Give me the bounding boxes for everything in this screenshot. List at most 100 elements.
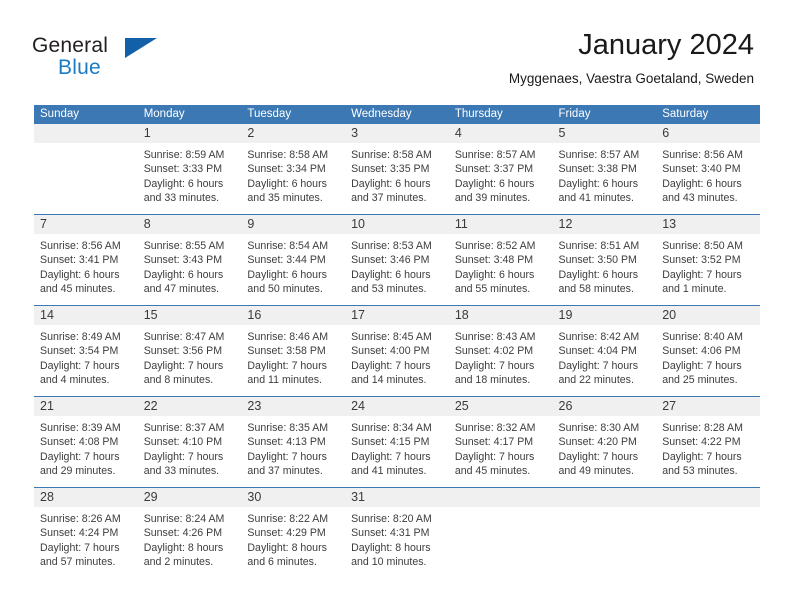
sunset-time: Sunset: 3:41 PM: [40, 254, 119, 267]
calendar-day-cell[interactable]: 13 Sunrise: 8:50 AM Sunset: 3:52 PM Dayligh…: [656, 215, 760, 305]
calendar-day-cell[interactable]: 15 Sunrise: 8:47 AM Sunset: 3:56 PM Dayligh…: [137, 306, 242, 396]
daylight-duration-line1: Daylight: 7 hours: [351, 359, 431, 372]
daylight-duration-line1: Daylight: 7 hours: [454, 359, 535, 372]
day-number-band: 5: [552, 124, 657, 144]
day-number-band: 8: [137, 215, 242, 235]
sunset-time: Sunset: 4:29 PM: [247, 527, 326, 540]
calendar-day-cell[interactable]: 24 Sunrise: 8:34 AM Sunset: 4:15 PM Dayligh…: [345, 397, 449, 487]
day-number: 30: [247, 490, 262, 504]
sunset-time: Sunset: 4:06 PM: [662, 345, 741, 358]
calendar-day-cell[interactable]: 8 Sunrise: 8:55 AM Sunset: 3:43 PM Daylight…: [137, 215, 242, 305]
day-details: Sunrise: 8:37 AM Sunset: 4:10 PM Daylight:…: [138, 417, 242, 479]
sunrise-time: Sunrise: 8:58 AM: [351, 149, 432, 161]
calendar-day-cell[interactable]: 18 Sunrise: 8:43 AM Sunset: 4:02 PM Dayligh…: [448, 306, 553, 396]
day-details: [656, 508, 760, 512]
sunrise-time: Sunrise: 8:51 AM: [558, 240, 640, 252]
sunrise-time: Sunrise: 8:49 AM: [40, 331, 121, 343]
calendar-day-cell-empty: [448, 488, 553, 580]
daylight-duration-line2: and 37 minutes.: [247, 465, 323, 478]
day-details: Sunrise: 8:54 AM Sunset: 3:44 PM Daylight:…: [241, 235, 345, 297]
daylight-duration-line2: and 39 minutes.: [454, 192, 531, 205]
calendar-day-cell[interactable]: 3 Sunrise: 8:58 AM Sunset: 3:35 PM Daylight…: [345, 124, 449, 214]
daylight-duration-line2: and 50 minutes.: [247, 283, 323, 296]
calendar-day-cell[interactable]: 17 Sunrise: 8:45 AM Sunset: 4:00 PM Dayligh…: [345, 306, 449, 396]
day-details: Sunrise: 8:56 AM Sunset: 3:40 PM Daylight:…: [656, 144, 760, 206]
daylight-duration-line2: and 58 minutes.: [558, 283, 634, 296]
sunrise-time: Sunrise: 8:46 AM: [247, 331, 329, 343]
calendar-day-cell[interactable]: 7 Sunrise: 8:56 AM Sunset: 3:41 PM Daylight…: [34, 215, 138, 305]
day-number: 25: [454, 399, 469, 413]
day-number: 17: [351, 308, 366, 322]
day-number-band: 1: [137, 124, 242, 144]
sunset-time: Sunset: 4:17 PM: [454, 436, 534, 449]
sunrise-time: Sunrise: 8:22 AM: [247, 513, 329, 525]
calendar-day-cell[interactable]: 4 Sunrise: 8:57 AM Sunset: 3:37 PM Daylight…: [448, 124, 553, 214]
day-details: Sunrise: 8:24 AM Sunset: 4:26 PM Daylight:…: [138, 508, 242, 570]
calendar-day-cell[interactable]: 16 Sunrise: 8:46 AM Sunset: 3:58 PM Dayligh…: [241, 306, 346, 396]
day-number-band: 23: [241, 397, 346, 417]
day-number: 18: [454, 308, 469, 322]
calendar-day-cell[interactable]: 14 Sunrise: 8:49 AM Sunset: 3:54 PM Dayligh…: [34, 306, 138, 396]
daylight-duration-line2: and 55 minutes.: [454, 283, 531, 296]
calendar-day-cell[interactable]: 1 Sunrise: 8:59 AM Sunset: 3:33 PM Daylight…: [137, 124, 242, 214]
calendar-day-cell-empty: [552, 488, 657, 580]
day-details: Sunrise: 8:59 AM Sunset: 3:33 PM Daylight:…: [138, 144, 242, 206]
calendar-day-cell[interactable]: 12 Sunrise: 8:51 AM Sunset: 3:50 PM Dayligh…: [552, 215, 657, 305]
day-details: Sunrise: 8:56 AM Sunset: 3:41 PM Daylight:…: [34, 235, 138, 297]
sunrise-time: Sunrise: 8:50 AM: [662, 240, 743, 252]
sunrise-time: Sunrise: 8:20 AM: [351, 513, 432, 525]
day-number: 29: [143, 490, 158, 504]
day-number-band: 20: [656, 306, 760, 326]
calendar-day-cell[interactable]: 23 Sunrise: 8:35 AM Sunset: 4:13 PM Dayligh…: [241, 397, 346, 487]
sunset-time: Sunset: 4:08 PM: [40, 436, 119, 449]
daylight-duration-line2: and 43 minutes.: [662, 192, 738, 205]
calendar-day-cell[interactable]: 26 Sunrise: 8:30 AM Sunset: 4:20 PM Dayligh…: [552, 397, 657, 487]
day-number-band: 28: [34, 488, 138, 508]
daylight-duration-line2: and 41 minutes.: [351, 465, 427, 478]
day-number: 9: [247, 217, 255, 231]
day-number-band: 15: [137, 306, 242, 326]
sunrise-time: Sunrise: 8:34 AM: [351, 422, 432, 434]
sunset-time: Sunset: 4:31 PM: [351, 527, 430, 540]
sunset-time: Sunset: 4:04 PM: [558, 345, 637, 358]
calendar-day-cell[interactable]: 31 Sunrise: 8:20 AM Sunset: 4:31 PM Dayligh…: [345, 488, 449, 580]
day-number-band: 27: [656, 397, 760, 417]
sunrise-time: Sunrise: 8:56 AM: [40, 240, 121, 252]
calendar-day-cell[interactable]: 2 Sunrise: 8:58 AM Sunset: 3:34 PM Daylight…: [241, 124, 346, 214]
daylight-duration-line2: and 47 minutes.: [143, 283, 220, 296]
daylight-duration-line1: Daylight: 6 hours: [454, 177, 535, 190]
sunrise-time: Sunrise: 8:40 AM: [662, 331, 743, 343]
calendar-day-cell[interactable]: 22 Sunrise: 8:37 AM Sunset: 4:10 PM Dayligh…: [137, 397, 242, 487]
day-details: Sunrise: 8:57 AM Sunset: 3:38 PM Daylight:…: [553, 144, 657, 206]
sunset-time: Sunset: 3:33 PM: [143, 163, 223, 176]
calendar-day-cell[interactable]: 11 Sunrise: 8:52 AM Sunset: 3:48 PM Dayligh…: [448, 215, 553, 305]
day-number-band: 7: [34, 215, 138, 235]
calendar-day-cell[interactable]: 25 Sunrise: 8:32 AM Sunset: 4:17 PM Dayligh…: [448, 397, 553, 487]
calendar-day-cell[interactable]: 21 Sunrise: 8:39 AM Sunset: 4:08 PM Dayligh…: [34, 397, 138, 487]
calendar-day-cell[interactable]: 10 Sunrise: 8:53 AM Sunset: 3:46 PM Dayligh…: [345, 215, 449, 305]
calendar-day-cell[interactable]: 30 Sunrise: 8:22 AM Sunset: 4:29 PM Dayligh…: [241, 488, 346, 580]
day-number-band: 4: [448, 124, 553, 144]
day-details: Sunrise: 8:45 AM Sunset: 4:00 PM Daylight:…: [345, 326, 449, 388]
sunset-time: Sunset: 4:22 PM: [662, 436, 741, 449]
sunrise-time: Sunrise: 8:35 AM: [247, 422, 329, 434]
calendar-day-cell[interactable]: 29 Sunrise: 8:24 AM Sunset: 4:26 PM Dayligh…: [137, 488, 242, 580]
day-number: 8: [143, 217, 151, 231]
sunset-time: Sunset: 4:10 PM: [143, 436, 223, 449]
calendar-day-cell[interactable]: 27 Sunrise: 8:28 AM Sunset: 4:22 PM Dayligh…: [656, 397, 760, 487]
calendar-day-cell[interactable]: 19 Sunrise: 8:42 AM Sunset: 4:04 PM Dayligh…: [552, 306, 657, 396]
calendar-day-cell[interactable]: 28 Sunrise: 8:26 AM Sunset: 4:24 PM Dayligh…: [34, 488, 138, 580]
sunrise-time: Sunrise: 8:59 AM: [143, 149, 225, 161]
daylight-duration-line2: and 29 minutes.: [40, 465, 116, 478]
calendar-day-cell[interactable]: 20 Sunrise: 8:40 AM Sunset: 4:06 PM Dayligh…: [656, 306, 760, 396]
calendar-day-cell[interactable]: 5 Sunrise: 8:57 AM Sunset: 3:38 PM Daylight…: [552, 124, 657, 214]
sunset-time: Sunset: 3:34 PM: [247, 163, 326, 176]
weekday-header-saturday: Saturday: [662, 108, 709, 120]
daylight-duration-line1: Daylight: 6 hours: [662, 177, 742, 190]
day-number: 26: [558, 399, 573, 413]
brand-logo[interactable]: General Blue: [32, 34, 262, 86]
calendar-day-cell[interactable]: 9 Sunrise: 8:54 AM Sunset: 3:44 PM Daylight…: [241, 215, 346, 305]
day-number: 24: [351, 399, 366, 413]
daylight-duration-line1: Daylight: 7 hours: [40, 541, 120, 554]
calendar-day-cell[interactable]: 6 Sunrise: 8:56 AM Sunset: 3:40 PM Daylight…: [656, 124, 760, 214]
